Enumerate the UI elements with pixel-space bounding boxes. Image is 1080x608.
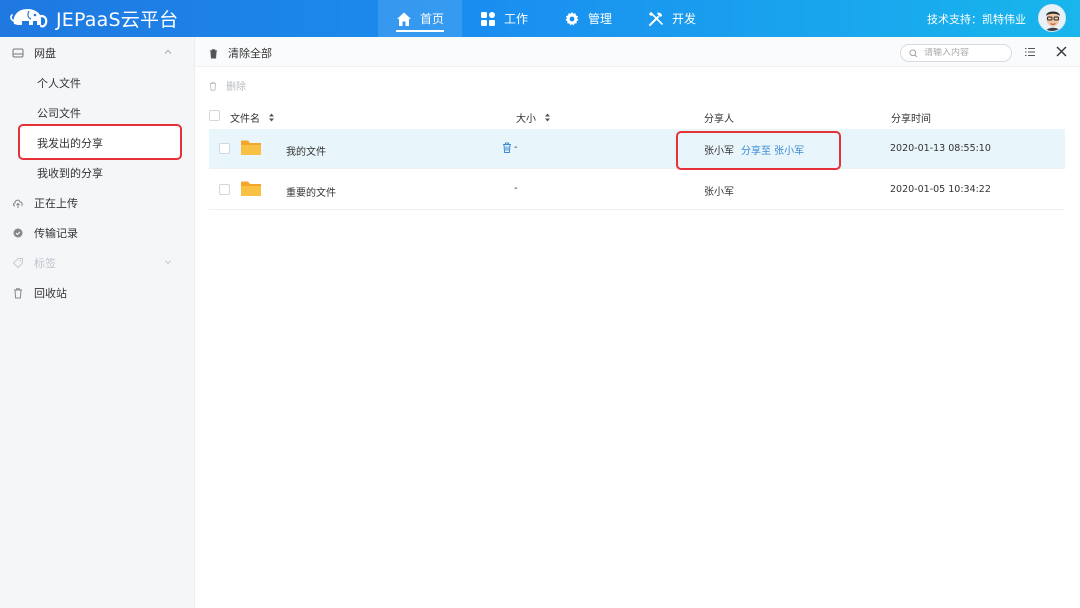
file-size: - bbox=[514, 183, 518, 194]
search-input[interactable] bbox=[924, 48, 1004, 58]
nav-work-label: 工作 bbox=[504, 12, 529, 26]
nav-manage-label: 管理 bbox=[588, 12, 613, 26]
nav-work[interactable]: 工作 bbox=[462, 0, 546, 37]
column-size-label: 大小 bbox=[516, 114, 536, 125]
chevron-down-icon[interactable] bbox=[163, 257, 173, 267]
gear-icon bbox=[565, 11, 579, 25]
tools-icon bbox=[648, 11, 663, 26]
delete-button[interactable]: 删除 bbox=[208, 78, 246, 93]
sidebar-item-label: 正在上传 bbox=[34, 197, 78, 210]
user-avatar-icon bbox=[1039, 5, 1065, 31]
sidebar-item-label: 公司文件 bbox=[37, 107, 81, 120]
toolbar: 清除全部 bbox=[195, 37, 1080, 67]
top-bar: JEPaaS云平台 首页 工作 管理 开发 技术支持：凯特伟业 bbox=[0, 0, 1080, 37]
sidebar-item-recycle-bin[interactable]: 回收站 bbox=[0, 278, 195, 308]
file-size: - bbox=[514, 142, 518, 153]
nav-develop[interactable]: 开发 bbox=[630, 0, 714, 37]
nav-home-label: 首页 bbox=[420, 12, 445, 26]
sidebar-item-label: 我发出的分享 bbox=[37, 137, 103, 150]
column-name-header[interactable]: 文件名 bbox=[230, 110, 275, 125]
sidebar-item-label: 标签 bbox=[34, 257, 56, 270]
check-circle-icon bbox=[13, 228, 23, 238]
table-row[interactable]: 重要的文件 - 张小军 2020-01-05 10:34:22 bbox=[209, 170, 1065, 210]
sidebar-item-my-shares[interactable]: 我发出的分享 bbox=[0, 128, 195, 158]
list-view-icon[interactable] bbox=[1024, 46, 1036, 58]
nav-manage[interactable]: 管理 bbox=[546, 0, 630, 37]
sidebar-item-label: 网盘 bbox=[34, 47, 56, 60]
home-icon bbox=[397, 12, 411, 26]
table-header: 文件名 大小 分享人 分享时间 bbox=[195, 102, 1080, 128]
folder-icon bbox=[241, 181, 261, 196]
tech-support-text: 技术支持：凯特伟业 bbox=[927, 13, 1026, 26]
chevron-up-icon[interactable] bbox=[163, 47, 173, 57]
sidebar-item-label: 传输记录 bbox=[34, 227, 78, 240]
search-box[interactable] bbox=[900, 44, 1012, 62]
column-time-label: 分享时间 bbox=[891, 114, 931, 125]
search-icon bbox=[909, 48, 918, 57]
sidebar-item-label: 回收站 bbox=[34, 287, 67, 300]
clear-all-button[interactable]: 清除全部 bbox=[208, 45, 272, 61]
disk-icon bbox=[12, 48, 24, 58]
sidebar-item-uploading[interactable]: 正在上传 bbox=[0, 188, 195, 218]
sidebar-item-company-files[interactable]: 公司文件 bbox=[0, 98, 195, 128]
sidebar-item-personal-files[interactable]: 个人文件 bbox=[0, 68, 195, 98]
column-sharer-label: 分享人 bbox=[704, 114, 734, 125]
brand[interactable]: JEPaaS云平台 bbox=[8, 4, 178, 32]
sidebar-item-tags[interactable]: 标签 bbox=[0, 248, 195, 278]
sidebar-item-transfer-records[interactable]: 传输记录 bbox=[0, 218, 195, 248]
row-checkbox[interactable] bbox=[219, 143, 230, 154]
trash-icon[interactable] bbox=[502, 142, 512, 153]
table-row[interactable]: 我的文件 - 张小军 分享至 张小军 2020-01-13 08:55:10 bbox=[209, 129, 1065, 169]
sidebar-item-label: 个人文件 bbox=[37, 77, 81, 90]
share-time: 2020-01-13 08:55:10 bbox=[890, 143, 991, 154]
column-sharer-header: 分享人 bbox=[704, 110, 734, 125]
main-panel: 清除全部 删除 文件名 bbox=[195, 37, 1080, 608]
close-icon[interactable] bbox=[1056, 46, 1067, 57]
sidebar: 网盘 个人文件 公司文件 我发出的分享 我收到的分享 正在上传 传输记录 标签 bbox=[0, 37, 195, 608]
file-name[interactable]: 重要的文件 bbox=[286, 184, 336, 199]
avatar[interactable] bbox=[1038, 4, 1066, 32]
clear-all-label: 清除全部 bbox=[228, 47, 272, 60]
select-all-checkbox[interactable] bbox=[209, 110, 220, 121]
trash-icon bbox=[209, 81, 217, 91]
share-info-highlight bbox=[676, 131, 841, 170]
sharer-name: 张小军 bbox=[704, 187, 734, 198]
column-name-label: 文件名 bbox=[230, 114, 260, 125]
sort-icon[interactable] bbox=[268, 113, 275, 122]
grid-icon bbox=[481, 11, 496, 26]
trash-icon bbox=[14, 288, 22, 299]
column-size-header[interactable]: 大小 bbox=[516, 110, 551, 125]
nav-develop-label: 开发 bbox=[672, 12, 697, 26]
column-time-header: 分享时间 bbox=[891, 110, 931, 125]
folder-icon bbox=[241, 140, 261, 155]
top-nav: 首页 工作 管理 开发 bbox=[378, 0, 714, 37]
tag-icon bbox=[12, 258, 23, 269]
upload-cloud-icon bbox=[13, 199, 23, 208]
trash-icon bbox=[209, 48, 218, 58]
sidebar-item-label: 我收到的分享 bbox=[37, 167, 103, 180]
file-name[interactable]: 我的文件 bbox=[286, 143, 326, 158]
sidebar-item-netdisk[interactable]: 网盘 bbox=[0, 38, 195, 68]
share-time: 2020-01-05 10:34:22 bbox=[890, 184, 991, 195]
sidebar-item-received-shares[interactable]: 我收到的分享 bbox=[0, 158, 195, 188]
delete-label: 删除 bbox=[226, 82, 246, 93]
nav-home[interactable]: 首页 bbox=[378, 0, 463, 37]
elephant-logo-icon bbox=[10, 9, 48, 28]
row-checkbox[interactable] bbox=[219, 184, 230, 195]
app-title: JEPaaS云平台 bbox=[56, 8, 179, 31]
sort-icon[interactable] bbox=[544, 113, 551, 122]
